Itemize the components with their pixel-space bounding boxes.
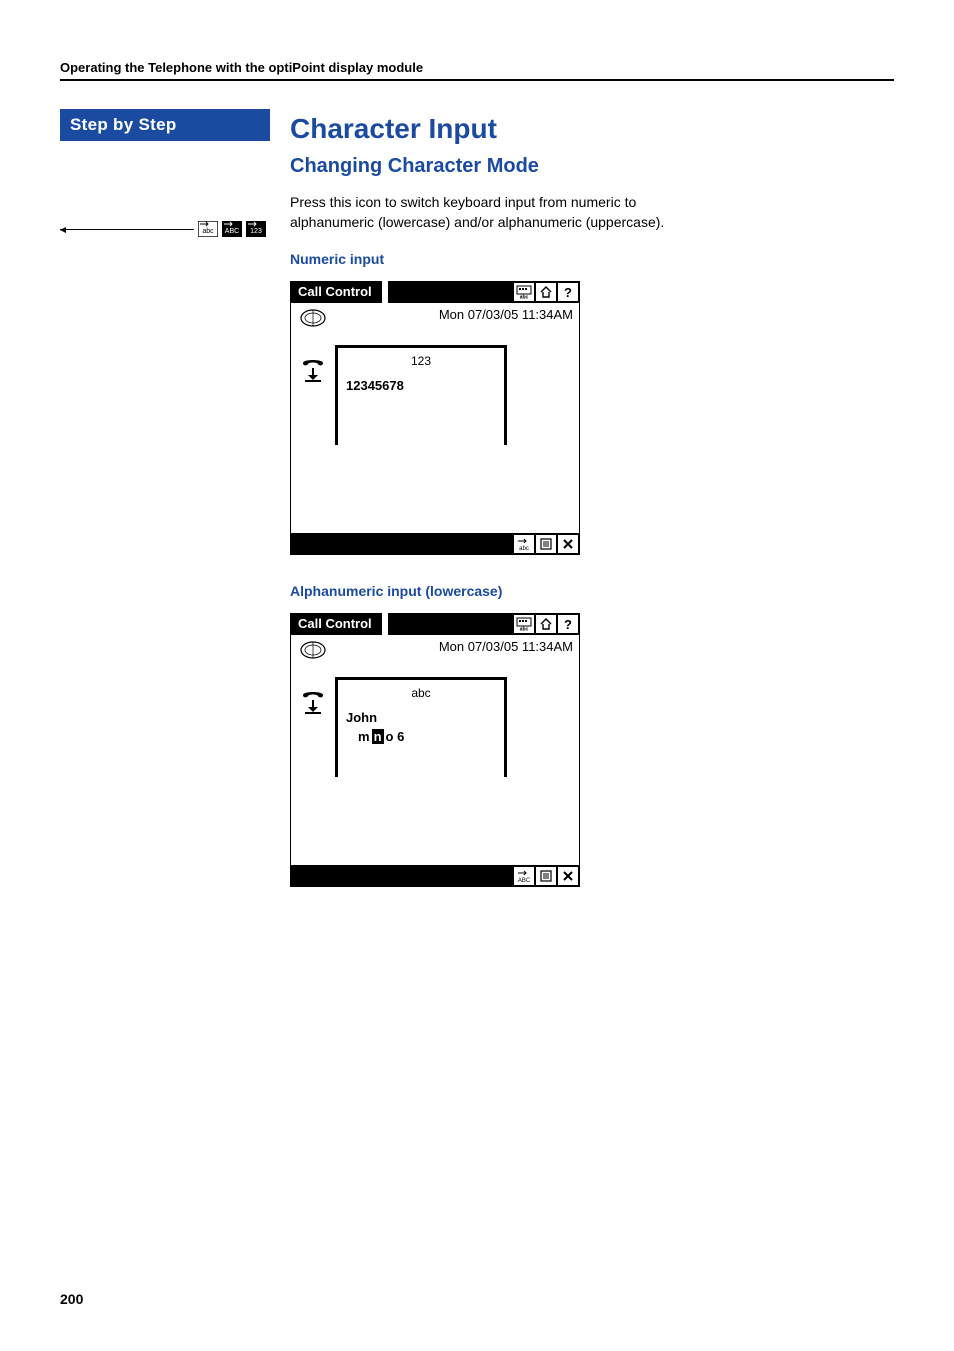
title-bar: Call Control abc ? (290, 613, 580, 635)
svg-text:ABC: ABC (518, 878, 531, 883)
datetime: Mon 07/03/05 11:34AM (291, 303, 579, 328)
home-icon[interactable] (536, 283, 556, 301)
picker-before: m (358, 729, 370, 744)
intro-paragraph: Press this icon to switch keyboard input… (290, 192, 690, 233)
side-icons (295, 307, 331, 383)
svg-text:abc: abc (202, 228, 214, 235)
mode-label: abc (346, 686, 496, 700)
switch-to-abc-icon[interactable]: abc (514, 535, 534, 553)
svg-text:123: 123 (250, 228, 262, 235)
svg-text:ABC: ABC (225, 228, 239, 235)
speaker-icon (299, 307, 327, 329)
svg-text:abc: abc (519, 546, 529, 551)
screen-title-text: Call Control (290, 613, 380, 635)
handset-down-icon (299, 689, 327, 715)
phone-screen-numeric: Call Control abc ? (290, 281, 580, 555)
mode-label: 123 (346, 354, 496, 368)
input-value: 12345678 (346, 378, 496, 393)
input-frame: 123 12345678 (335, 345, 507, 445)
mode-123-icon: 123 (246, 221, 266, 237)
menu-icon[interactable] (536, 535, 556, 553)
svg-text:abc: abc (520, 294, 529, 299)
title-bar: Call Control abc ? (290, 281, 580, 303)
mode-abc-upper-icon: ABC (222, 221, 242, 237)
help-icon[interactable]: ? (558, 615, 578, 633)
help-icon[interactable]: ? (558, 283, 578, 301)
char-picker: mno 6 (346, 729, 496, 744)
bottom-bar: abc (290, 533, 580, 555)
close-icon[interactable] (558, 867, 578, 885)
svg-text:?: ? (564, 617, 572, 631)
home-icon[interactable] (536, 615, 556, 633)
step-by-step-label: Step by Step (60, 109, 270, 141)
bottom-bar: ABC (290, 865, 580, 887)
numeric-input-caption: Numeric input (290, 251, 690, 267)
switch-to-abc-upper-icon[interactable]: ABC (514, 867, 534, 885)
side-icons (295, 639, 331, 715)
handset-down-icon (299, 357, 327, 383)
keyboard-mode-icon[interactable]: abc (514, 283, 534, 301)
keyboard-mode-icon[interactable]: abc (514, 615, 534, 633)
mode-abc-lower-icon: abc (198, 221, 218, 237)
pointer-line (60, 229, 194, 230)
screen-title-text: Call Control (290, 281, 380, 303)
screen-body: Mon 07/03/05 11:34AM abc John mno 6 (290, 635, 580, 865)
picker-selected: n (372, 729, 384, 744)
titlebar-icons: abc ? (514, 613, 580, 635)
alpha-input-caption: Alphanumeric input (lowercase) (290, 583, 690, 599)
input-name: John (346, 710, 496, 725)
close-icon[interactable] (558, 535, 578, 553)
input-frame: abc John mno 6 (335, 677, 507, 777)
menu-icon[interactable] (536, 867, 556, 885)
svg-text:abc: abc (520, 626, 529, 631)
page-number: 200 (60, 1291, 83, 1307)
picker-after: o 6 (386, 729, 405, 744)
screen-body: Mon 07/03/05 11:34AM 123 12345678 (290, 303, 580, 533)
left-column: Step by Step abc ABC 123 (60, 109, 270, 915)
mode-switch-icons-row: abc ABC 123 (60, 221, 270, 237)
speaker-icon (299, 639, 327, 661)
svg-text:?: ? (564, 285, 572, 299)
main-content: Character Input Changing Character Mode … (290, 109, 690, 915)
phone-screen-alpha: Call Control abc ? (290, 613, 580, 887)
section-title: Character Input (290, 113, 690, 145)
running-header: Operating the Telephone with the optiPoi… (60, 60, 894, 81)
subsection-title: Changing Character Mode (290, 155, 690, 178)
titlebar-icons: abc ? (514, 281, 580, 303)
datetime: Mon 07/03/05 11:34AM (291, 635, 579, 660)
